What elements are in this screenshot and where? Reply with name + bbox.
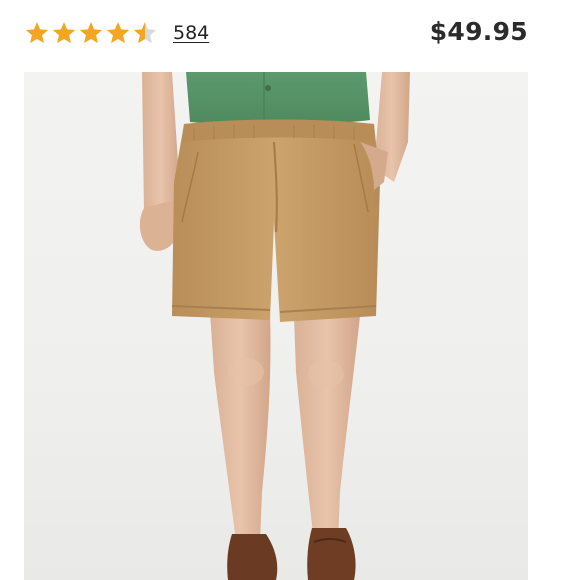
left-hand <box>139 200 178 251</box>
shirt <box>186 72 370 125</box>
model-wearing-shorts-illustration <box>139 72 410 580</box>
star-icon <box>106 21 130 44</box>
product-price: $49.95 <box>429 17 528 46</box>
shirt-button <box>265 85 271 91</box>
right-shoe <box>307 528 356 580</box>
star-rating <box>24 20 159 46</box>
product-image[interactable] <box>24 72 528 580</box>
star-icon <box>25 21 49 44</box>
review-count-link[interactable]: 584 <box>173 22 209 44</box>
left-shoe <box>227 534 278 580</box>
rating-summary[interactable]: 584 <box>24 20 209 46</box>
product-card: 584 $49.95 <box>0 0 580 580</box>
star-icon <box>52 21 76 44</box>
right-leg <box>294 316 360 542</box>
star-icon <box>79 21 103 44</box>
half-star-icon <box>133 21 157 44</box>
left-leg <box>210 312 271 542</box>
